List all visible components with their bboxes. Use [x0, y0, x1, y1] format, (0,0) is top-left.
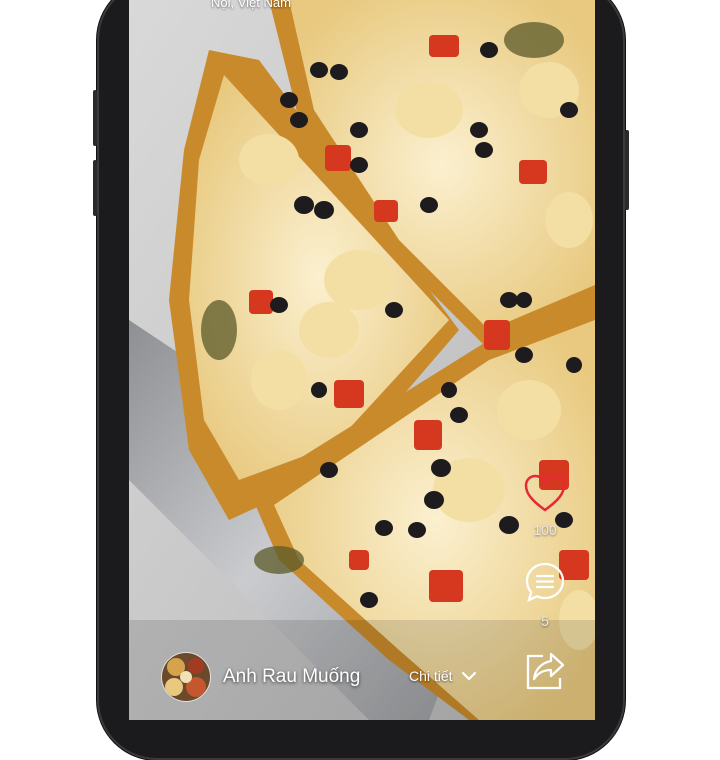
share-icon	[523, 648, 567, 697]
post-author[interactable]: Anh Rau Muống	[161, 652, 360, 702]
phone-side-button	[93, 90, 97, 146]
detail-label: Chi tiết	[409, 668, 453, 684]
author-name[interactable]: Anh Rau Muống	[223, 666, 360, 688]
app-screen: Nội, Việt Nam 100 5 Anh Rau Muống Chi ti…	[129, 0, 595, 720]
phone-side-button	[93, 160, 97, 216]
chevron-down-icon	[461, 668, 477, 684]
post-location: Nội, Việt Nam	[211, 0, 291, 10]
avatar[interactable]	[161, 652, 211, 702]
comment-bubble-icon	[523, 560, 567, 609]
comment-button[interactable]: 5	[521, 560, 569, 629]
share-button[interactable]	[521, 648, 569, 697]
detail-toggle[interactable]: Chi tiết	[409, 668, 477, 684]
comment-count: 5	[541, 613, 549, 629]
like-button[interactable]: 100	[521, 473, 569, 538]
phone-side-button	[625, 130, 629, 210]
heart-icon	[523, 473, 567, 518]
like-count: 100	[533, 522, 557, 538]
